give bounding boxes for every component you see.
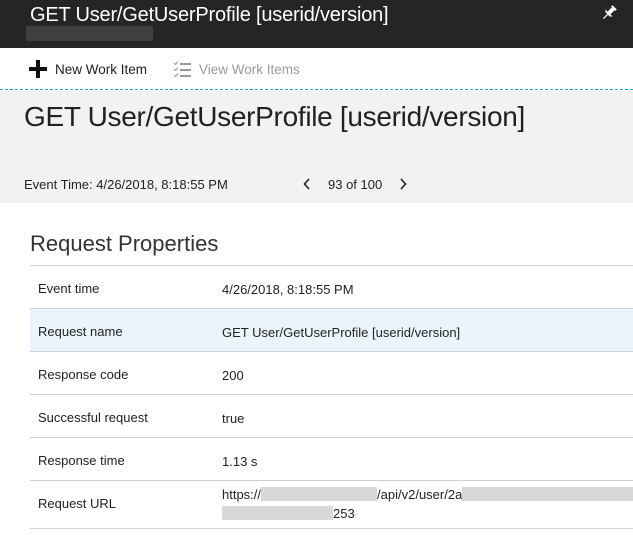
property-key: Request URL: [38, 496, 117, 511]
previous-button[interactable]: [300, 175, 314, 193]
property-row: Successful request true: [30, 395, 633, 438]
checklist-icon: [172, 59, 192, 79]
property-row: Response code 200: [30, 352, 633, 395]
url-part: /api/v2/user/2a: [377, 487, 463, 502]
property-value: GET User/GetUserProfile [userid/version]: [222, 325, 461, 340]
plus-icon: [28, 59, 48, 79]
request-header: GET User/GetUserProfile [userid/version]…: [0, 91, 633, 203]
view-work-items-button[interactable]: View Work Items: [172, 58, 300, 80]
url-part: https://: [222, 487, 262, 502]
pin-icon[interactable]: [599, 3, 619, 23]
url-part: 253: [333, 506, 355, 521]
redacted-text: [261, 487, 378, 501]
new-work-item-button[interactable]: New Work Item: [28, 58, 147, 80]
property-key: Event time: [38, 281, 100, 296]
property-value: 4/26/2018, 8:18:55 PM: [222, 282, 354, 297]
property-key: Response code: [38, 367, 129, 382]
property-value: 1.13 s: [222, 454, 258, 469]
property-key: Successful request: [38, 410, 148, 425]
property-key: Request name: [38, 324, 123, 339]
property-value: true: [222, 411, 245, 426]
chevron-right-icon: [400, 178, 407, 190]
property-row: Request URL https:///api/v2/user/2aa- 25…: [30, 481, 633, 529]
command-bar: New Work Item View Work Items: [0, 48, 633, 90]
property-row: Request name GET User/GetUserProfile [us…: [30, 309, 633, 352]
property-row: Response time 1.13 s: [30, 438, 633, 481]
request-url-value: https:///api/v2/user/2aa- 253: [222, 485, 633, 523]
new-work-item-label: New Work Item: [55, 61, 148, 77]
redacted-text: [222, 506, 333, 520]
blade-subtitle-redacted: [26, 26, 153, 41]
redacted-text: [462, 487, 633, 501]
property-value: 200: [222, 368, 244, 383]
property-key: Response time: [38, 453, 125, 468]
blade-title-bar: GET User/GetUserProfile [userid/version]: [0, 0, 633, 48]
property-row: Event time 4/26/2018, 8:18:55 PM: [30, 266, 633, 309]
request-properties-table: Event time 4/26/2018, 8:18:55 PM Request…: [30, 265, 633, 529]
blade-title: GET User/GetUserProfile [userid/version]: [30, 4, 389, 26]
view-work-items-label: View Work Items: [199, 61, 300, 77]
chevron-left-icon: [303, 178, 310, 190]
pager-count: 93 of 100: [328, 176, 383, 192]
result-pager: 93 of 100: [300, 174, 410, 194]
next-button[interactable]: [396, 175, 410, 193]
event-time-label: Event Time: 4/26/2018, 8:18:55 PM: [24, 177, 228, 192]
page-title: GET User/GetUserProfile [userid/version]: [24, 101, 525, 132]
section-title: Request Properties: [30, 231, 219, 256]
